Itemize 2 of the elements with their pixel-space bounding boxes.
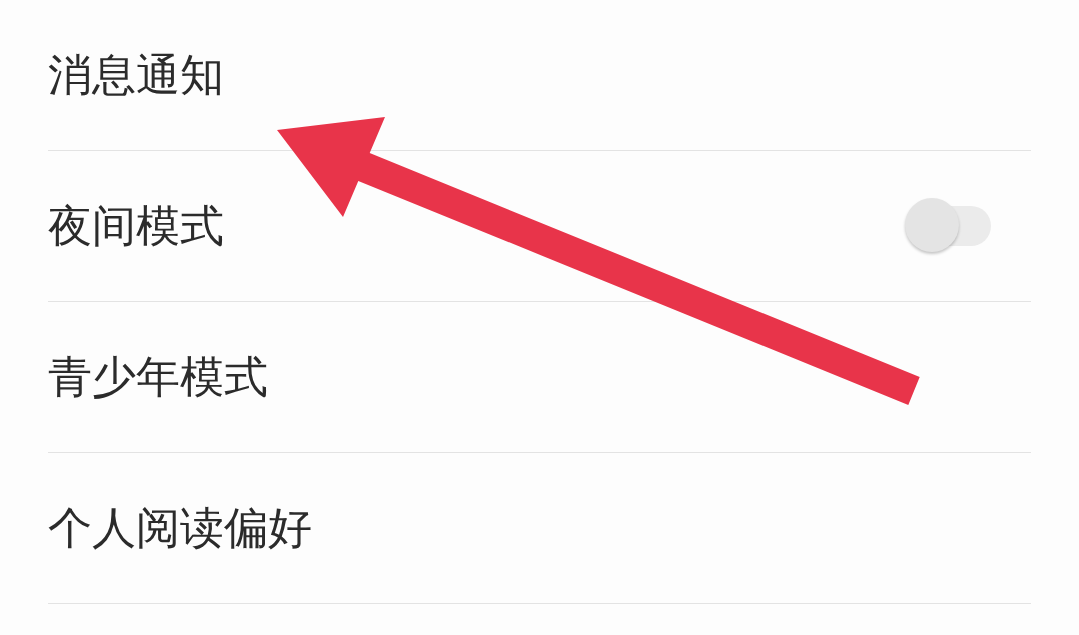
- settings-item[interactable]: 个人阅读偏好: [48, 453, 1031, 604]
- setting-label: 夜间模式: [48, 199, 224, 253]
